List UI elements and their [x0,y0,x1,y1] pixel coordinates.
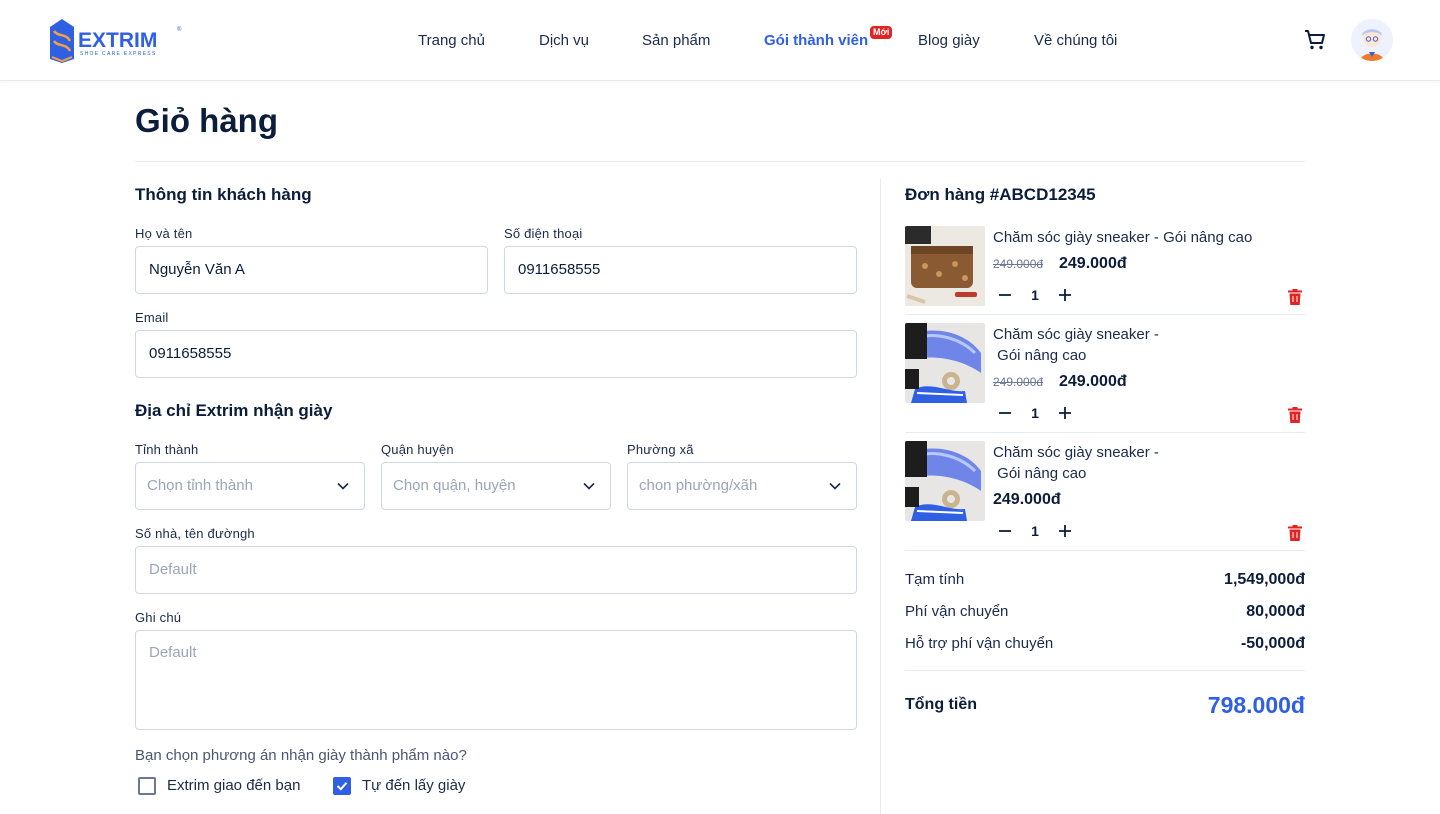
total-value: 798.000đ [1207,692,1305,718]
minus-icon[interactable] [998,524,1012,538]
check-icon [336,782,348,791]
item-3-name-line2: Gói nâng cao [993,465,1087,482]
shipping-support-value: -50,000đ [1240,635,1305,652]
sneaker-image [905,323,985,403]
item-2-old-price: 249.000đ [993,375,1044,389]
email-label: Email [135,310,169,325]
item-1-price: 249.000đ [1059,255,1127,272]
note-textarea[interactable]: Default [135,630,857,730]
trash-icon[interactable] [1288,525,1302,541]
bag-image [905,226,985,306]
minus-icon[interactable] [998,288,1012,302]
phone-label: Số điện thoại [504,226,583,241]
total-label: Tổng tiền [905,696,977,713]
page-title: Giỏ hàng [135,102,278,139]
plus-icon[interactable] [1058,406,1072,420]
cart-icon[interactable] [1303,28,1327,52]
title-divider [135,161,1305,162]
item-1-old-price: 249.000đ [993,257,1044,271]
option-extrim-delivery-label[interactable]: Extrim giao đến bạn [167,777,300,795]
nav-trang-chu[interactable]: Trang chủ [418,30,485,52]
subtotal-label: Tạm tính [905,571,965,588]
option-self-pickup-label[interactable]: Tự đến lấy giày [362,777,465,795]
phone-field[interactable]: 0911658555 [504,246,857,294]
shipping-value: 80,000đ [1246,603,1305,620]
user-avatar[interactable] [1351,19,1393,61]
province-select[interactable]: Chọn tỉnh thành [135,462,365,510]
shipping-label: Phí vận chuyển [905,603,1009,620]
district-placeholder: Chọn quận, huyện [393,477,516,494]
province-placeholder: Chọn tỉnh thành [147,477,253,494]
new-badge: Mới [870,26,893,39]
item-1-qty: 1 [1031,287,1039,303]
summary-separator [905,670,1305,671]
chevron-down-icon [337,482,349,490]
column-divider [880,179,881,814]
district-select[interactable]: Chọn quận, huyện [381,462,611,510]
street-field[interactable]: Default [135,546,857,594]
top-header: EXTRIM SHOE CARE EXPRESS ® Trang chủ Dịc… [0,0,1440,81]
logo-wordmark: EXTRIM [78,29,157,52]
district-label: Quận huyện [381,442,454,457]
item-2-name-line1: Chăm sóc giày sneaker - [993,326,1159,343]
checkbox-self-pickup[interactable] [333,777,351,795]
checkbox-extrim-delivery[interactable] [138,777,156,795]
svg-text:®: ® [177,26,182,33]
item-separator [905,550,1305,551]
nav-goi-thanh-vien[interactable]: Gói thành viên [764,30,868,52]
extrim-logo[interactable]: EXTRIM SHOE CARE EXPRESS ® [48,17,184,63]
ward-label: Phường xã [627,442,694,457]
nav-ve-chung-toi[interactable]: Về chúng tôi [1034,30,1117,52]
item-3-price: 249.000đ [993,491,1061,508]
item-3-qty: 1 [1031,523,1039,539]
minus-icon[interactable] [998,406,1012,420]
trash-icon[interactable] [1288,289,1302,305]
item-2-price: 249.000đ [1059,373,1127,390]
delivery-question: Bạn chọn phương án nhận giày thành phẩm … [135,747,467,764]
sneaker-image [905,441,985,521]
chevron-down-icon [829,482,841,490]
shipping-support-label: Hỗ trợ phí vận chuyển [905,635,1054,652]
subtotal-value: 1,549,000đ [1224,571,1305,588]
trash-icon[interactable] [1288,407,1302,423]
email-field[interactable]: 0911658555 [135,330,857,378]
plus-icon[interactable] [1058,288,1072,302]
chevron-down-icon [583,482,595,490]
item-separator [905,314,1305,315]
plus-icon[interactable] [1058,524,1072,538]
name-field[interactable]: Nguyễn Văn A [135,246,488,294]
item-2-qty: 1 [1031,405,1039,421]
item-2-name-line2: Gói nâng cao [993,347,1087,364]
province-label: Tỉnh thành [135,442,199,457]
nav-dich-vu[interactable]: Dịch vụ [539,30,589,52]
nav-blog-giay[interactable]: Blog giày [918,30,980,52]
item-1-name: Chăm sóc giày sneaker - Gói nâng cao [993,229,1253,246]
nav-san-pham[interactable]: Sản phẩm [642,30,710,52]
ward-select[interactable]: chon phường/xãh [627,462,857,510]
street-label: Số nhà, tên đườngh [135,526,255,541]
note-label: Ghi chú [135,610,182,625]
item-3-name-line1: Chăm sóc giày sneaker - [993,444,1159,461]
item-separator [905,432,1305,433]
ward-placeholder: chon phường/xãh [639,477,758,494]
logo-tagline: SHOE CARE EXPRESS [80,51,157,57]
name-label: Họ và tên [135,226,193,241]
address-section-title: Địa chỉ Extrim nhận giày [135,401,333,420]
customer-section-title: Thông tin khách hàng [135,185,312,204]
order-title: Đơn hàng #ABCD12345 [905,185,1096,204]
